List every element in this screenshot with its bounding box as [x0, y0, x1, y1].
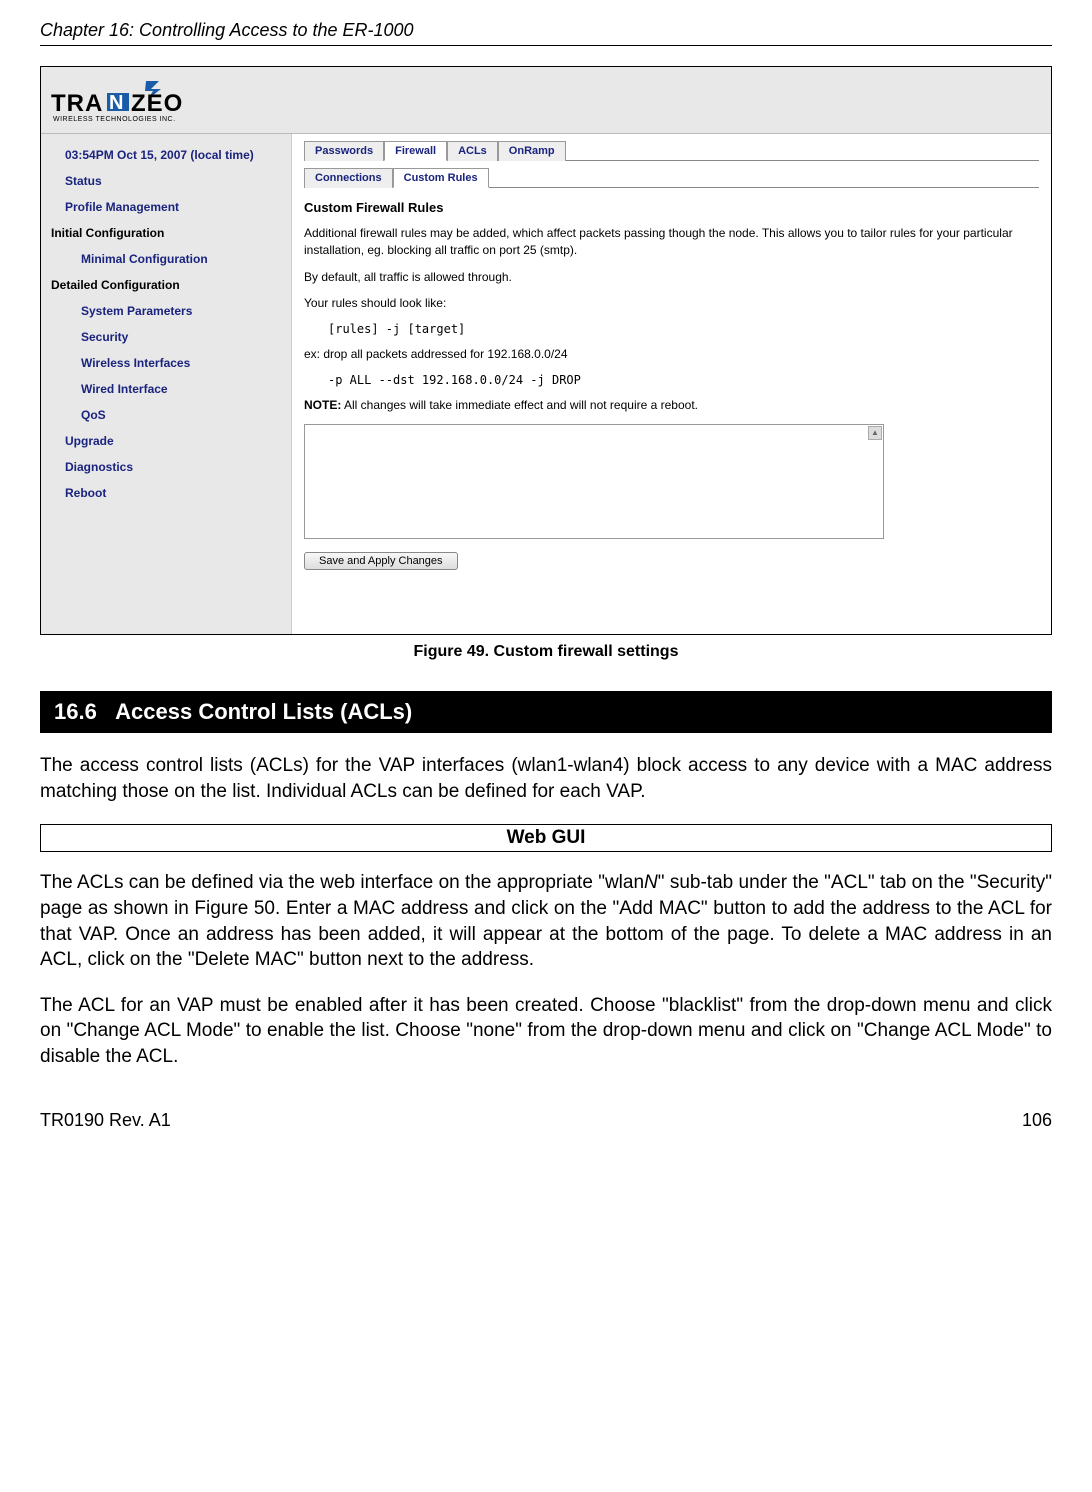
- sidebar-item-minimal-config[interactable]: Minimal Configuration: [41, 246, 291, 272]
- sidebar-item-system[interactable]: System Parameters: [41, 298, 291, 324]
- note-text: All changes will take immediate effect a…: [341, 398, 698, 412]
- content-title: Custom Firewall Rules: [304, 200, 1039, 215]
- sidebar-item-wireless[interactable]: Wireless Interfaces: [41, 350, 291, 376]
- note-line: NOTE: All changes will take immediate ef…: [304, 397, 1039, 414]
- svg-text:TRA: TRA: [51, 90, 103, 117]
- note-label: NOTE:: [304, 398, 341, 412]
- content-p2: By default, all traffic is allowed throu…: [304, 269, 1039, 286]
- tab-acls[interactable]: ACLs: [447, 141, 498, 161]
- code-rules-template: [rules] -j [target]: [328, 322, 1039, 336]
- sidebar-item-diagnostics[interactable]: Diagnostics: [41, 454, 291, 480]
- tab-passwords[interactable]: Passwords: [304, 141, 384, 161]
- svg-text:WIRELESS TECHNOLOGIES INC.: WIRELESS TECHNOLOGIES INC.: [53, 116, 176, 123]
- sidebar-item-detailed-config[interactable]: Detailed Configuration: [41, 272, 291, 298]
- screenshot-frame: TRA N ZEO WIRELESS TECHNOLOGIES INC. 03:…: [40, 66, 1052, 635]
- rules-textarea[interactable]: [304, 424, 884, 539]
- sidebar-item-time[interactable]: 03:54PM Oct 15, 2007 (local time): [41, 142, 291, 168]
- svg-text:ZEO: ZEO: [131, 90, 183, 117]
- tab-row-secondary: Connections Custom Rules: [304, 167, 1039, 188]
- tab-onramp[interactable]: OnRamp: [498, 141, 566, 161]
- content-p3: Your rules should look like:: [304, 295, 1039, 312]
- save-apply-button[interactable]: Save and Apply Changes: [304, 552, 458, 570]
- app-body: 03:54PM Oct 15, 2007 (local time) Status…: [41, 134, 1051, 634]
- doc-p2: The ACLs can be defined via the web inte…: [40, 870, 1052, 973]
- content-p1: Additional firewall rules may be added, …: [304, 225, 1039, 259]
- sidebar-item-profile[interactable]: Profile Management: [41, 194, 291, 220]
- section-number: 16.6: [54, 699, 97, 724]
- sidebar-item-status[interactable]: Status: [41, 168, 291, 194]
- footer: TR0190 Rev. A1 106: [40, 1110, 1052, 1131]
- sidebar-item-reboot[interactable]: Reboot: [41, 480, 291, 506]
- sidebar-item-initial-config[interactable]: Initial Configuration: [41, 220, 291, 246]
- tab-custom-rules[interactable]: Custom Rules: [393, 168, 489, 188]
- content-p4: ex: drop all packets addressed for 192.1…: [304, 346, 1039, 363]
- header-rule: [40, 45, 1052, 46]
- svg-text:N: N: [109, 92, 123, 114]
- tab-connections[interactable]: Connections: [304, 168, 393, 188]
- tab-firewall[interactable]: Firewall: [384, 141, 447, 161]
- textarea-wrapper: ▲: [304, 424, 884, 542]
- section-title: Access Control Lists (ACLs): [115, 699, 412, 724]
- figure-caption: Figure 49. Custom firewall settings: [40, 643, 1052, 661]
- sidebar-item-wired[interactable]: Wired Interface: [41, 376, 291, 402]
- scroll-up-icon[interactable]: ▲: [868, 426, 882, 440]
- logo-area: TRA N ZEO WIRELESS TECHNOLOGIES INC.: [41, 67, 1051, 134]
- footer-left: TR0190 Rev. A1: [40, 1110, 171, 1131]
- webgui-box: Web GUI: [40, 824, 1052, 852]
- sidebar-item-qos[interactable]: QoS: [41, 402, 291, 428]
- tab-row-primary: Passwords Firewall ACLs OnRamp: [304, 140, 1039, 161]
- footer-right: 106: [1022, 1110, 1052, 1131]
- content-area: Passwords Firewall ACLs OnRamp Connectio…: [291, 134, 1051, 634]
- sidebar: 03:54PM Oct 15, 2007 (local time) Status…: [41, 134, 291, 634]
- chapter-header: Chapter 16: Controlling Access to the ER…: [40, 20, 1052, 41]
- sidebar-item-upgrade[interactable]: Upgrade: [41, 428, 291, 454]
- doc-p3: The ACL for an VAP must be enabled after…: [40, 993, 1052, 1070]
- sidebar-item-security[interactable]: Security: [41, 324, 291, 350]
- doc-p2n: N: [644, 872, 658, 893]
- doc-p2a: The ACLs can be defined via the web inte…: [40, 872, 644, 893]
- code-rules-example: -p ALL --dst 192.168.0.0/24 -j DROP: [328, 373, 1039, 387]
- doc-p1: The access control lists (ACLs) for the …: [40, 753, 1052, 804]
- section-heading: 16.6 Access Control Lists (ACLs): [40, 691, 1052, 733]
- tranzeo-logo: TRA N ZEO WIRELESS TECHNOLOGIES INC.: [51, 79, 261, 127]
